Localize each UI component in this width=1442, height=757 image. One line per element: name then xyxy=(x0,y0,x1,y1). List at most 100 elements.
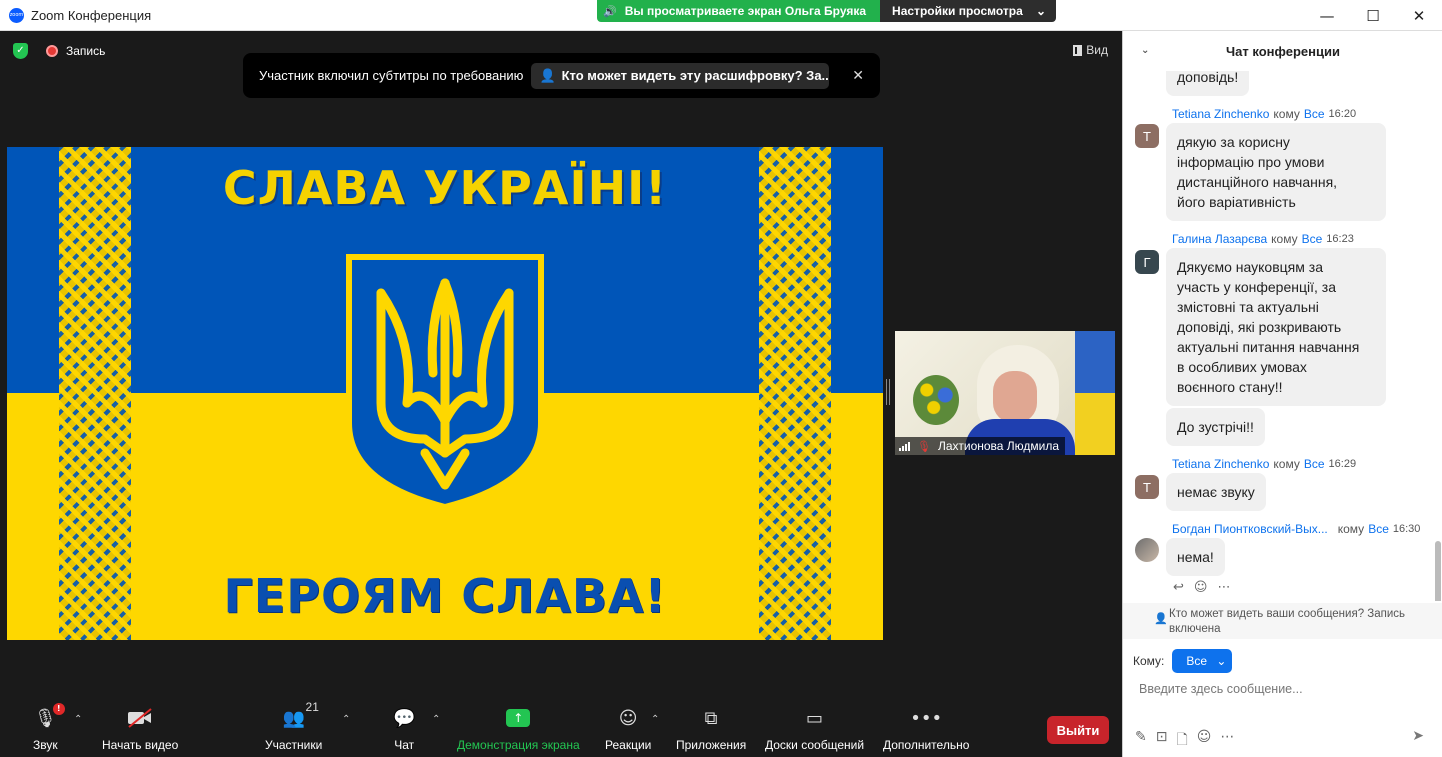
ornament-left xyxy=(59,147,131,640)
message-line: доповіді, які розкривають xyxy=(1177,319,1342,335)
share-screen-label: Демонстрация экрана xyxy=(457,738,580,752)
close-notification-icon[interactable]: ✕ xyxy=(852,67,864,84)
view-button[interactable]: Вид xyxy=(1073,43,1108,57)
audio-alert-badge: ! xyxy=(52,703,65,715)
maximize-button[interactable]: ☐ xyxy=(1350,0,1396,31)
recipient-select[interactable]: Все ⌄ xyxy=(1172,649,1233,673)
message-time: 16:20 xyxy=(1328,108,1357,120)
minimize-button[interactable]: — xyxy=(1304,0,1350,31)
message-text: доповідь! xyxy=(1177,71,1239,85)
participant-video-tile[interactable]: 🎙 Лахтионова Людмила xyxy=(895,331,1115,455)
start-video-label: Начать видео xyxy=(102,738,179,752)
chat-title: Чат конференции xyxy=(1226,43,1340,59)
caption-notice-text: Участник включил субтитры по требованию xyxy=(259,68,524,83)
more-dots-icon[interactable]: ⋯ xyxy=(1217,580,1230,595)
recipient-label: Кому: xyxy=(1133,654,1165,668)
message-to-word: кому xyxy=(1273,457,1300,471)
chat-messages[interactable]: доповідь! Tetiana Zinchenko кому Все 16:… xyxy=(1123,71,1442,601)
view-options-label: Настройки просмотра xyxy=(892,4,1023,18)
message-line: дякую за корисну xyxy=(1177,134,1290,150)
avatar[interactable]: Г xyxy=(1135,250,1159,274)
message-line: дистанційного навчання, xyxy=(1177,174,1338,190)
avatar[interactable] xyxy=(1135,538,1159,562)
chat-scrollbar[interactable] xyxy=(1435,541,1441,601)
message-author[interactable]: Богдан Пионтковский-Вых... xyxy=(1172,522,1328,536)
transcript-visibility-link[interactable]: 👤 Кто может видеть эту расшифровку? За..… xyxy=(531,62,830,89)
format-text-icon[interactable]: ✎ xyxy=(1135,729,1147,753)
participants-options-caret-icon[interactable]: ⌃ xyxy=(342,714,350,725)
chat-options-caret-icon[interactable]: ⌃ xyxy=(432,714,440,725)
recording-label: Запись xyxy=(66,44,106,58)
person-icon: 👤 xyxy=(539,67,556,83)
message-line: в особливих умовах xyxy=(1177,359,1307,375)
recording-indicator[interactable]: Запись xyxy=(46,44,105,58)
file-icon[interactable]: 🗋 xyxy=(1176,729,1187,753)
share-screen-icon: ↑ xyxy=(506,706,531,730)
send-icon[interactable]: ➤ xyxy=(1412,728,1424,744)
message-bubble: доповідь! xyxy=(1166,71,1250,96)
emoji-icon[interactable]: ☺ xyxy=(1197,729,1212,753)
avatar[interactable]: T xyxy=(1135,475,1159,499)
participants-label: Участники xyxy=(265,738,323,752)
video-off-icon xyxy=(127,706,153,730)
window-controls: — ☐ ✕ xyxy=(1304,0,1442,31)
message-author[interactable]: Tetiana Zinchenko xyxy=(1172,107,1269,121)
chat-visibility-text: Кто может видеть ваши сообщения? Запись … xyxy=(1169,608,1406,635)
message-line: участь у конференції, за xyxy=(1177,279,1336,295)
message-recipient: Все xyxy=(1303,457,1325,471)
recipient-row: Кому: Все ⌄ xyxy=(1133,649,1233,673)
chat-bubble-icon: 💬 xyxy=(393,707,416,729)
transcript-visibility-text: Кто может видеть эту расшифровку? За... xyxy=(561,68,830,83)
whiteboards-button[interactable]: ▭ Доски сообщений xyxy=(765,706,864,753)
chat-panel: ⌄ Чат конференции доповідь! Tetiana Zinc… xyxy=(1122,31,1442,757)
reply-icon[interactable]: ↩ xyxy=(1173,580,1184,595)
share-screen-button[interactable]: ↑ Демонстрация экрана xyxy=(457,706,580,752)
message-line: актуальні питання навчання xyxy=(1177,339,1360,355)
message-text: нема! xyxy=(1177,549,1214,565)
more-button[interactable]: ••• Дополнительно xyxy=(883,706,969,753)
message-to-word: кому xyxy=(1273,107,1300,121)
message-author[interactable]: Галина Лазарєва xyxy=(1172,232,1267,246)
microphone-icon: 🎙! xyxy=(34,703,65,730)
split-drag-handle[interactable] xyxy=(886,379,890,405)
reactions-button[interactable]: ☺ Реакции xyxy=(605,706,651,753)
audio-options-caret-icon[interactable]: ⌃ xyxy=(74,714,82,725)
apps-button[interactable]: ⧉ Приложения xyxy=(676,706,746,753)
zoom-logo-icon: zoom xyxy=(9,8,24,23)
whiteboard-icon: ▭ xyxy=(806,707,824,729)
message-text: немає звуку xyxy=(1177,484,1255,500)
participants-button[interactable]: 👥 21 Участники xyxy=(265,700,323,752)
message-line: змістовні та актуальні xyxy=(1177,299,1319,315)
message-to-word: кому xyxy=(1337,522,1365,536)
chat-button[interactable]: 💬 Чат xyxy=(393,706,416,753)
more-dots-icon[interactable]: ⋯ xyxy=(1220,729,1234,753)
chevron-down-icon: ⌄ xyxy=(1035,4,1047,18)
message-bubble: нема! xyxy=(1166,538,1225,576)
screenshot-icon[interactable]: ⊡ xyxy=(1156,729,1168,753)
chevron-down-icon[interactable]: ⌄ xyxy=(1141,45,1149,56)
add-reaction-icon[interactable]: ☺ xyxy=(1194,580,1208,595)
view-options-button[interactable]: Настройки просмотра ⌄ xyxy=(880,0,1057,22)
close-button[interactable]: ✕ xyxy=(1396,0,1442,31)
message-line: його варіативність xyxy=(1177,194,1296,210)
message-header: Tetiana Zinchenko кому Все 16:20 xyxy=(1172,107,1356,121)
start-video-button[interactable]: Начать видео xyxy=(102,706,178,752)
participants-count: 21 xyxy=(305,700,319,714)
leave-button[interactable]: Выйти xyxy=(1047,716,1109,744)
chat-message-input[interactable] xyxy=(1139,679,1429,699)
trident-coat-of-arms-icon xyxy=(346,254,544,511)
chat-visibility-notice[interactable]: 👤 Кто может видеть ваши сообщения? Запис… xyxy=(1123,603,1442,639)
meeting-toolbar: 🎙! Звук ⌃ Начать видео 👥 21 Участники ⌃ 💬… xyxy=(0,696,1122,757)
apps-icon: ⧉ xyxy=(704,707,718,729)
avatar[interactable]: T xyxy=(1135,124,1159,148)
audio-label: Звук xyxy=(33,738,58,752)
ornament-right xyxy=(759,147,831,640)
message-text: До зустрічі!! xyxy=(1177,419,1254,435)
reactions-options-caret-icon[interactable]: ⌃ xyxy=(651,714,659,725)
message-author[interactable]: Tetiana Zinchenko xyxy=(1172,457,1269,471)
participant-name-tag: 🎙 Лахтионова Людмила xyxy=(895,437,1066,455)
message-recipient: Все xyxy=(1301,232,1323,246)
audio-button[interactable]: 🎙! Звук xyxy=(33,703,65,752)
message-actions: ↩ ☺ ⋯ xyxy=(1173,580,1230,595)
security-shield-icon[interactable]: ✓ xyxy=(13,43,28,59)
